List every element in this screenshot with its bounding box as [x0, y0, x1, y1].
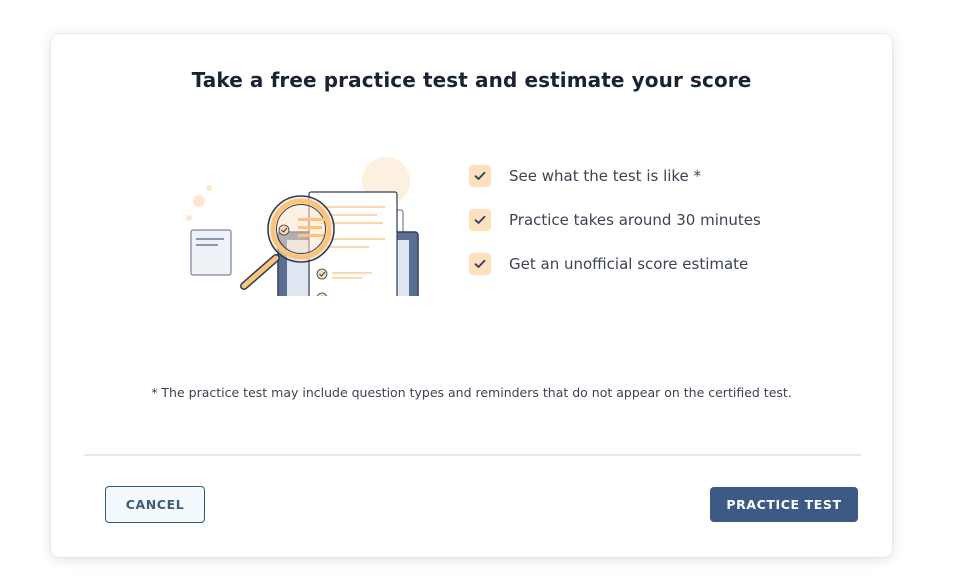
dialog-title: Take a free practice test and estimate y… — [191, 68, 752, 92]
feature-item: Practice takes around 30 minutes — [469, 209, 761, 231]
check-icon — [469, 165, 491, 187]
check-icon — [469, 209, 491, 231]
feature-item: See what the test is like * — [469, 165, 761, 187]
feature-item: Get an unofficial score estimate — [469, 253, 761, 275]
feature-label: Get an unofficial score estimate — [509, 255, 749, 273]
feature-label: Practice takes around 30 minutes — [509, 211, 761, 229]
laptop-magnifier-illustration — [186, 157, 419, 296]
feature-label: See what the test is like * — [509, 167, 702, 185]
practice-test-dialog: Take a free practice test and estimate y… — [51, 34, 892, 557]
cancel-button[interactable]: CANCEL — [105, 486, 205, 523]
practice-test-button[interactable]: PRACTICE TEST — [710, 487, 858, 522]
check-icon — [469, 253, 491, 275]
footer-divider — [84, 454, 861, 456]
feature-list: See what the test is like * Practice tak… — [469, 165, 761, 297]
disclaimer-footnote: * The practice test may include question… — [151, 385, 792, 400]
